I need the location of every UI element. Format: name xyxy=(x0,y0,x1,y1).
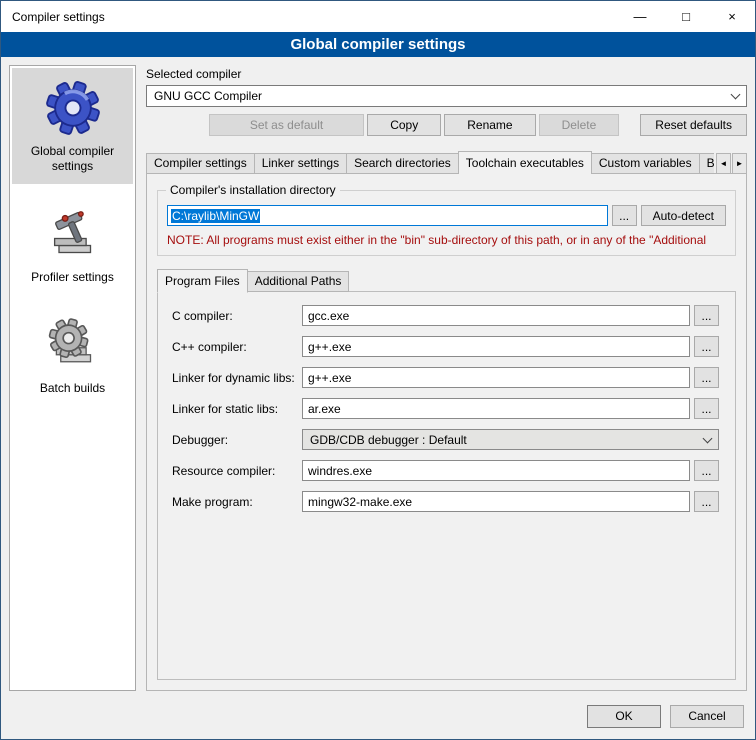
tab-scroll-right-icon[interactable]: ► xyxy=(732,153,747,174)
window-controls: — □ × xyxy=(617,1,755,32)
sidebar-item-profiler-settings[interactable]: Profiler settings xyxy=(12,198,133,295)
page-title: Global compiler settings xyxy=(1,32,755,57)
tab-custom-variables[interactable]: Custom variables xyxy=(591,153,700,174)
tab-toolchain-executables[interactable]: Toolchain executables xyxy=(458,151,592,174)
field-row-debugger: Debugger: GDB/CDB debugger : Default xyxy=(172,429,719,450)
program-files-panel: C compiler: ... C++ compiler: ... xyxy=(157,291,736,680)
sidebar-item-global-compiler-settings[interactable]: Global compiler settings xyxy=(12,68,133,184)
tab-search-directories[interactable]: Search directories xyxy=(346,153,459,174)
compiler-settings-window: Compiler settings — □ × Global compiler … xyxy=(0,0,756,740)
tab-scroll-left-icon[interactable]: ◄ xyxy=(716,153,731,174)
sidebar-item-label: Global compiler settings xyxy=(16,144,129,174)
delete-button[interactable]: Delete xyxy=(539,114,620,136)
c-compiler-input[interactable] xyxy=(302,305,690,326)
make-program-input[interactable] xyxy=(302,491,690,512)
tab-linker-settings[interactable]: Linker settings xyxy=(254,153,347,174)
chevron-down-icon xyxy=(703,433,713,443)
tab-build-options[interactable]: Build xyxy=(699,153,714,174)
rename-button[interactable]: Rename xyxy=(444,114,535,136)
dynamic-linker-input[interactable] xyxy=(302,367,690,388)
debugger-label: Debugger: xyxy=(172,433,302,447)
field-row-make-program: Make program: ... xyxy=(172,491,719,512)
tab-scroll-arrows: ◄ ► xyxy=(716,153,747,174)
dynamic-linker-browse-button[interactable]: ... xyxy=(694,367,719,388)
auto-detect-button[interactable]: Auto-detect xyxy=(641,205,726,226)
bin-subdirectory-note: NOTE: All programs must exist either in … xyxy=(167,233,726,247)
static-linker-input[interactable] xyxy=(302,398,690,419)
reset-defaults-button[interactable]: Reset defaults xyxy=(640,114,747,136)
main-panel: Selected compiler GNU GCC Compiler Set a… xyxy=(146,65,747,691)
dialog-body: Global compiler settings xyxy=(1,57,755,699)
selected-compiler-label: Selected compiler xyxy=(146,67,747,81)
close-button[interactable]: × xyxy=(709,1,755,32)
make-program-label: Make program: xyxy=(172,495,302,509)
field-row-cpp-compiler: C++ compiler: ... xyxy=(172,336,719,357)
field-row-c-compiler: C compiler: ... xyxy=(172,305,719,326)
window-title: Compiler settings xyxy=(1,10,105,24)
tab-compiler-settings[interactable]: Compiler settings xyxy=(146,153,255,174)
dialog-footer: OK Cancel xyxy=(1,699,755,739)
sidebar-item-batch-builds[interactable]: Batch builds xyxy=(12,309,133,406)
static-linker-label: Linker for static libs: xyxy=(172,402,302,416)
static-linker-browse-button[interactable]: ... xyxy=(694,398,719,419)
copy-button[interactable]: Copy xyxy=(367,114,441,136)
chevron-down-icon xyxy=(731,90,741,100)
compiler-actions: Set as default Copy Rename Delete Reset … xyxy=(146,114,747,136)
resource-compiler-browse-button[interactable]: ... xyxy=(694,460,719,481)
tab-scroller: Compiler settings Linker settings Search… xyxy=(146,151,714,174)
cpp-compiler-label: C++ compiler: xyxy=(172,340,302,354)
resource-compiler-input[interactable] xyxy=(302,460,690,481)
dynamic-linker-label: Linker for dynamic libs: xyxy=(172,371,302,385)
ok-button[interactable]: OK xyxy=(587,705,661,728)
installation-directory-input[interactable]: C:\raylib\MinGW xyxy=(167,205,608,226)
field-row-static-linker: Linker for static libs: ... xyxy=(172,398,719,419)
sidebar-item-label: Profiler settings xyxy=(31,270,114,285)
blue-gear-icon xyxy=(43,77,103,137)
maximize-button[interactable]: □ xyxy=(663,1,709,32)
sidebar: Global compiler settings xyxy=(9,65,136,691)
profiler-tool-icon xyxy=(45,207,101,263)
installation-directory-value: C:\raylib\MinGW xyxy=(171,209,260,223)
tab-program-files[interactable]: Program Files xyxy=(157,269,248,293)
installation-directory-group: Compiler's installation directory C:\ray… xyxy=(157,190,736,256)
installation-directory-group-title: Compiler's installation directory xyxy=(166,183,340,197)
cpp-compiler-input[interactable] xyxy=(302,336,690,357)
field-row-dynamic-linker: Linker for dynamic libs: ... xyxy=(172,367,719,388)
titlebar: Compiler settings — □ × xyxy=(1,1,755,32)
compiler-select-value: GNU GCC Compiler xyxy=(154,89,726,103)
installation-directory-row: C:\raylib\MinGW ... Auto-detect xyxy=(167,205,726,226)
toolchain-executables-panel: Compiler's installation directory C:\ray… xyxy=(146,173,747,691)
debugger-select[interactable]: GDB/CDB debugger : Default xyxy=(302,429,719,450)
c-compiler-browse-button[interactable]: ... xyxy=(694,305,719,326)
cancel-button[interactable]: Cancel xyxy=(670,705,744,728)
settings-tabstrip: Compiler settings Linker settings Search… xyxy=(146,151,747,174)
c-compiler-label: C compiler: xyxy=(172,309,302,323)
tab-additional-paths[interactable]: Additional Paths xyxy=(247,271,350,292)
compiler-select[interactable]: GNU GCC Compiler xyxy=(146,85,747,107)
make-program-browse-button[interactable]: ... xyxy=(694,491,719,512)
gray-gear-stack-icon xyxy=(45,318,101,374)
field-row-resource-compiler: Resource compiler: ... xyxy=(172,460,719,481)
minimize-button[interactable]: — xyxy=(617,1,663,32)
debugger-select-value: GDB/CDB debugger : Default xyxy=(310,433,698,447)
installation-directory-browse-button[interactable]: ... xyxy=(612,205,637,226)
sidebar-item-label: Batch builds xyxy=(40,381,105,396)
cpp-compiler-browse-button[interactable]: ... xyxy=(694,336,719,357)
program-files-subtabs: Program Files Additional Paths xyxy=(157,269,736,292)
set-as-default-button[interactable]: Set as default xyxy=(209,114,364,136)
resource-compiler-label: Resource compiler: xyxy=(172,464,302,478)
